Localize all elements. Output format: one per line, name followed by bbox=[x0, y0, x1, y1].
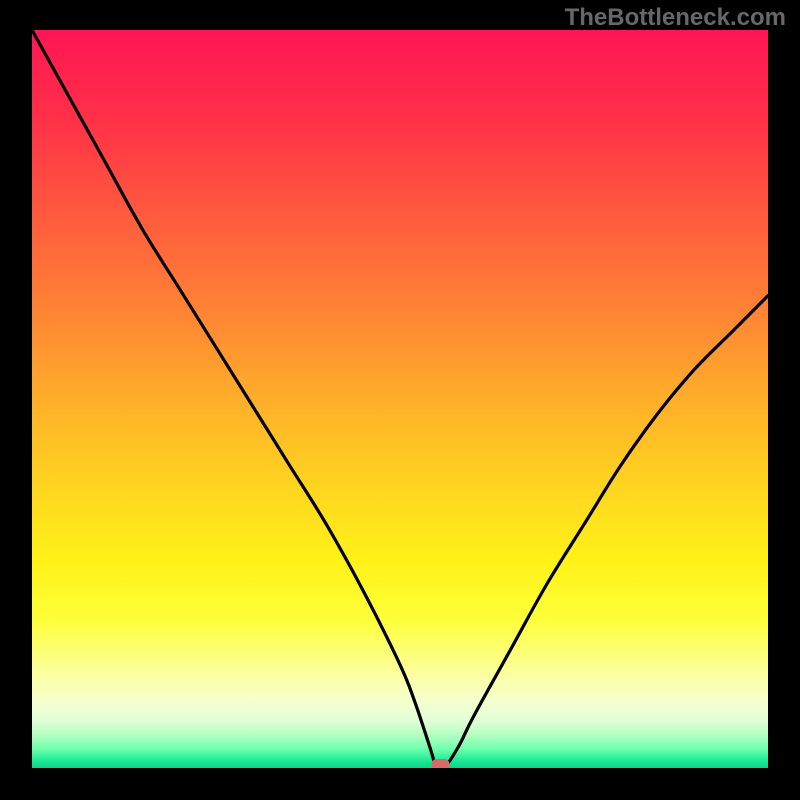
plot-area bbox=[32, 30, 768, 768]
watermark-text: TheBottleneck.com bbox=[565, 4, 786, 32]
gradient-background bbox=[32, 30, 768, 768]
chart-frame: TheBottleneck.com bbox=[0, 0, 800, 800]
optimum-marker bbox=[431, 759, 449, 768]
bottleneck-chart bbox=[32, 30, 768, 768]
